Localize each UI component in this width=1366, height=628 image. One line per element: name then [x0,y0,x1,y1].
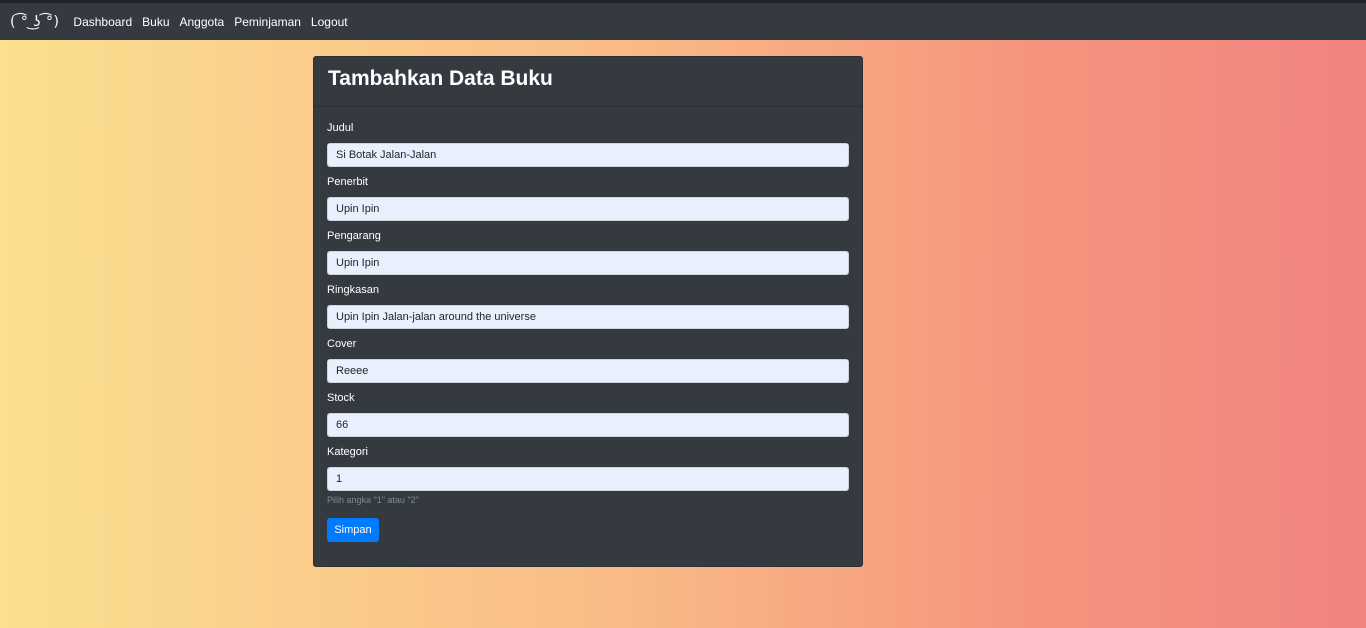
brand-logo[interactable]: ( ͡° ͜ʖ ͡°) [10,14,59,30]
field-cover: Cover [327,338,849,383]
cover-label: Cover [327,338,357,350]
ringkasan-input[interactable] [327,305,849,329]
nav-link-anggota[interactable]: Anggota [180,15,225,29]
kategori-input[interactable] [327,467,849,491]
add-book-form-card: Tambahkan Data Buku Judul Penerbit Penga… [313,56,863,567]
stock-input[interactable] [327,413,849,437]
penerbit-label: Penerbit [327,176,368,188]
nav-link-dashboard[interactable]: Dashboard [73,15,132,29]
stock-label: Stock [327,392,355,404]
simpan-button[interactable]: Simpan [327,518,379,542]
field-ringkasan: Ringkasan [327,284,849,329]
field-kategori: Kategori Pilih angka "1" atau "2" [327,446,849,506]
nav-link-logout[interactable]: Logout [311,15,348,29]
page-title: Tambahkan Data Buku [328,67,553,90]
form-body: Judul Penerbit Pengarang Ringkasan Cover… [314,107,862,542]
cover-input[interactable] [327,359,849,383]
field-stock: Stock [327,392,849,437]
kategori-label: Kategori [327,446,368,458]
penerbit-input[interactable] [327,197,849,221]
nav-link-peminjaman[interactable]: Peminjaman [234,15,301,29]
pengarang-input[interactable] [327,251,849,275]
kategori-help-text: Pilih angka "1" atau "2" [327,495,419,505]
ringkasan-label: Ringkasan [327,284,379,296]
field-penerbit: Penerbit [327,176,849,221]
navbar: ( ͡° ͜ʖ ͡°) Dashboard Buku Anggota Pemin… [0,3,1366,40]
field-judul: Judul [327,122,849,167]
judul-input[interactable] [327,143,849,167]
nav-link-buku[interactable]: Buku [142,15,169,29]
card-header: Tambahkan Data Buku [314,57,862,107]
pengarang-label: Pengarang [327,230,381,242]
judul-label: Judul [327,122,354,134]
field-pengarang: Pengarang [327,230,849,275]
